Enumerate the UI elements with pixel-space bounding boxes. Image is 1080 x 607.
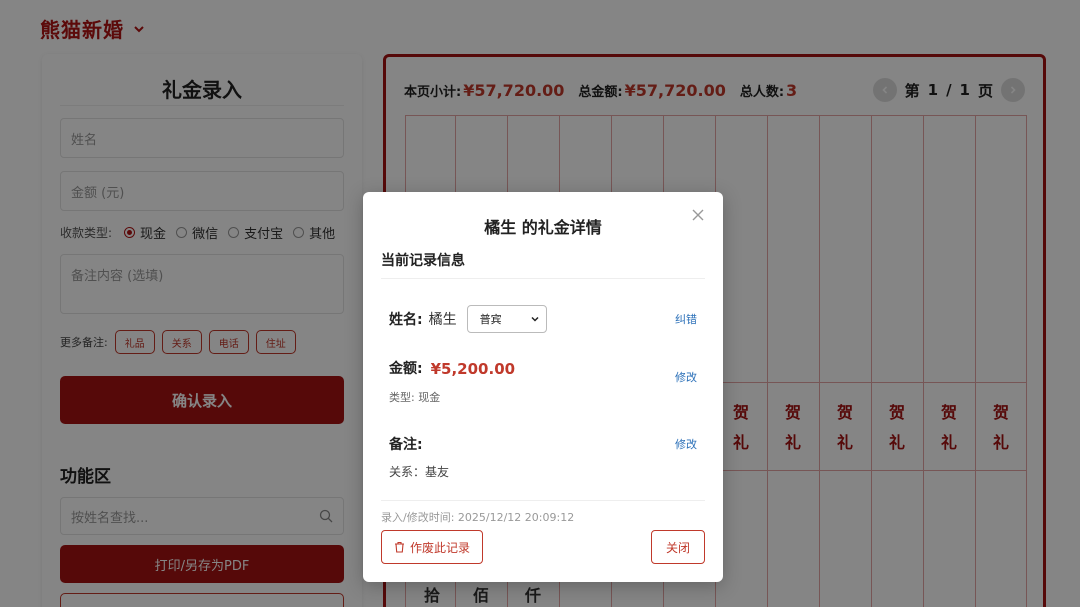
close-modal-button[interactable]: 关闭 <box>651 530 705 564</box>
record-timestamp: 录入/修改时间: 2025/12/12 20:09:12 <box>381 500 705 525</box>
note-value: 关系：基友 <box>389 465 450 479</box>
gift-detail-modal: 橘生 的礼金详情 当前记录信息 姓名: 橘生 普宾 纠错 金额: ¥5,200.… <box>363 192 723 582</box>
payment-type-text: 类型: 现金 <box>389 391 441 404</box>
modal-footer: 作废此记录 关闭 <box>381 530 705 564</box>
name-value: 橘生 <box>428 312 457 328</box>
note-label: 备注: <box>389 437 423 453</box>
edit-note-link[interactable]: 修改 <box>675 436 697 452</box>
name-label: 姓名: <box>389 312 423 328</box>
app-root: 熊猫新婚 礼金录入 姓名 金额 (元) 收款类型: 现金 微信 支付宝 其他 备… <box>0 0 1080 607</box>
record-section-title: 当前记录信息 <box>381 250 705 279</box>
amount-value: ¥5,200.00 <box>430 360 516 378</box>
trash-icon <box>395 541 404 553</box>
name-row: 姓名: 橘生 普宾 纠错 <box>381 305 705 333</box>
guest-type-select[interactable]: 普宾 <box>466 305 547 333</box>
edit-amount-link[interactable]: 修改 <box>675 369 697 385</box>
close-icon[interactable] <box>691 208 705 222</box>
modal-title: 橘生 的礼金详情 <box>484 218 602 237</box>
chevron-down-icon <box>531 316 539 322</box>
amount-label: 金额: <box>389 361 423 377</box>
amount-row: 金额: ¥5,200.00 修改 <box>381 359 705 385</box>
correct-name-link[interactable]: 纠错 <box>675 311 697 327</box>
void-record-button[interactable]: 作废此记录 <box>381 530 484 564</box>
note-row: 备注: 修改 <box>381 435 705 453</box>
void-record-label: 作废此记录 <box>410 540 471 555</box>
guest-type-value: 普宾 <box>479 313 502 326</box>
